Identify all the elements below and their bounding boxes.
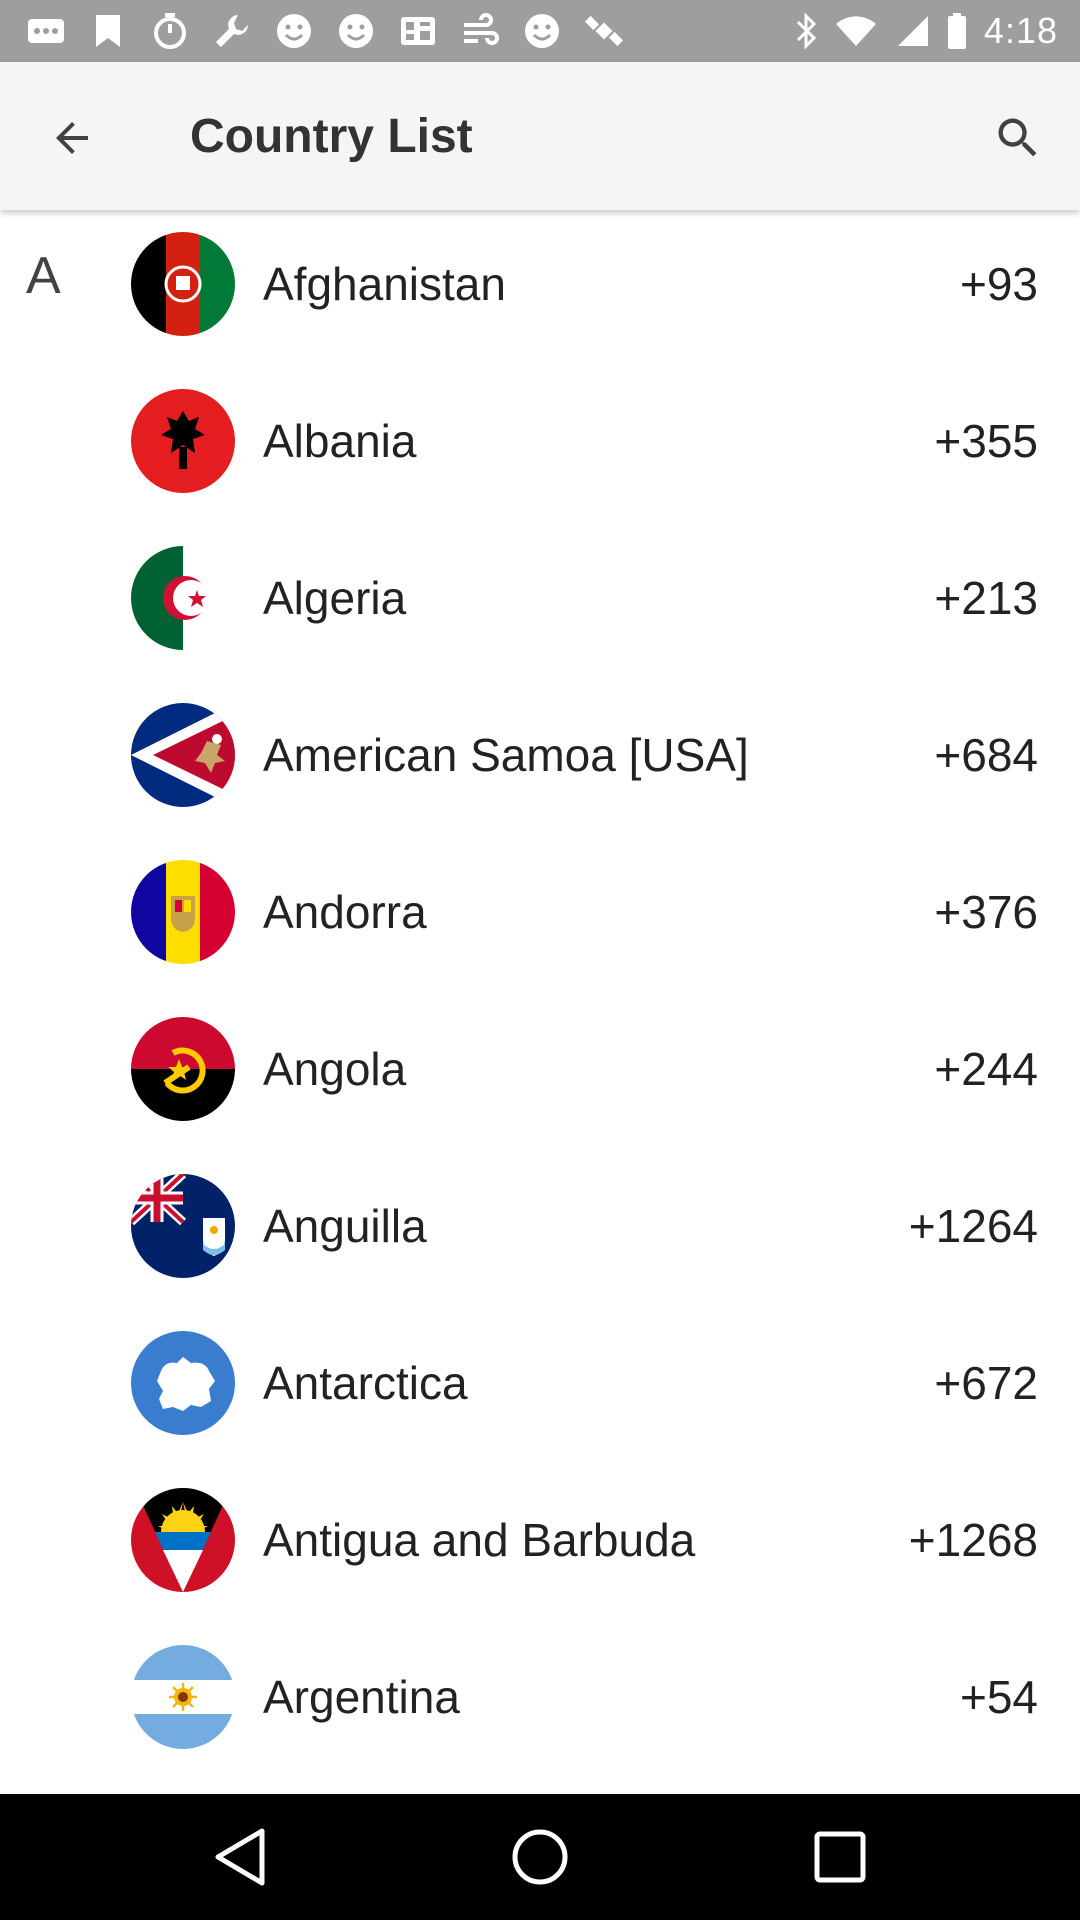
smiley-icon [339,14,373,48]
country-row-anguilla[interactable]: Anguilla +1264 [0,1152,1080,1309]
page-title: Country List [190,109,473,163]
country-row-afghanistan[interactable]: Afghanistan +93 [0,210,1080,367]
timer-icon [154,13,186,49]
anguilla-flag-icon [131,1174,235,1278]
nav-recents-button[interactable] [795,1812,885,1902]
wind-icon [464,13,499,45]
country-code: +684 [934,729,1038,781]
country-code: +54 [959,1671,1038,1723]
nav-back-button[interactable] [195,1812,285,1902]
antarctica-flag-icon [131,1331,235,1435]
country-code: +1264 [908,1200,1038,1252]
country-row-andorra[interactable]: Andorra +376 [0,838,1080,995]
app-bar: Country List [0,62,1080,210]
back-arrow-icon [56,122,88,154]
angola-flag-icon [131,1017,235,1121]
country-name: Anguilla [263,1200,427,1252]
country-row-argentina[interactable]: Argentina +54 [0,1623,1080,1780]
country-row-algeria[interactable]: Algeria +213 [0,524,1080,681]
country-code: +1268 [908,1514,1038,1566]
qr-icon [401,17,435,45]
albania-flag-icon [131,389,235,493]
argentina-flag-icon [131,1645,235,1749]
smiley-icon [525,14,559,48]
nav-home-button[interactable] [495,1812,585,1902]
antigua-flag-icon [131,1488,235,1592]
satellite-icon [584,15,624,47]
country-row-angola[interactable]: Angola +244 [0,995,1080,1152]
wrench-icon [216,15,248,47]
country-row-antigua[interactable]: Antigua and Barbuda +1268 [0,1466,1080,1623]
country-name: American Samoa [USA] [263,729,749,781]
country-name: Angola [263,1043,407,1095]
country-name: Antarctica [263,1357,468,1409]
country-name: Algeria [263,572,407,624]
more-icon [28,19,64,43]
nav-home-icon [512,1829,568,1885]
nav-back-icon [215,1828,265,1886]
bookmark-icon [96,15,120,47]
andorra-flag-icon [131,860,235,964]
country-code: +355 [934,415,1038,467]
country-name: Albania [263,415,417,467]
signal-icon [897,16,928,46]
country-list[interactable]: A Afghanistan +93 Albania +355 Algeria +… [0,210,1080,1794]
status-bar: 4:18 [0,0,1080,62]
search-button[interactable] [978,98,1058,178]
algeria-flag-icon [131,546,235,650]
american-samoa-flag-icon [131,703,235,807]
wifi-icon [835,16,876,46]
afghanistan-flag-icon [131,232,235,336]
country-name: Afghanistan [263,258,506,310]
country-name: Andorra [263,886,427,938]
country-row-albania[interactable]: Albania +355 [0,367,1080,524]
battery-icon [947,13,966,49]
country-name: Argentina [263,1671,460,1723]
status-time: 4:18 [983,10,1058,51]
system-icons: 4:18 [794,10,1058,52]
country-row-american-samoa[interactable]: American Samoa [USA] +684 [0,681,1080,838]
nav-recents-icon [814,1831,866,1883]
country-row-antarctica[interactable]: Antarctica +672 [0,1309,1080,1466]
smiley-icon [277,14,311,48]
country-code: +213 [934,572,1038,624]
back-button[interactable] [32,98,112,178]
bluetooth-icon [796,12,817,50]
country-code: +376 [934,886,1038,938]
country-code: +244 [934,1043,1038,1095]
country-code: +672 [934,1357,1038,1409]
system-nav-bar [0,1794,1080,1920]
country-name: Antigua and Barbuda [263,1514,696,1566]
country-code: +93 [959,258,1038,310]
search-icon [998,118,1037,157]
notification-icons [26,11,624,51]
